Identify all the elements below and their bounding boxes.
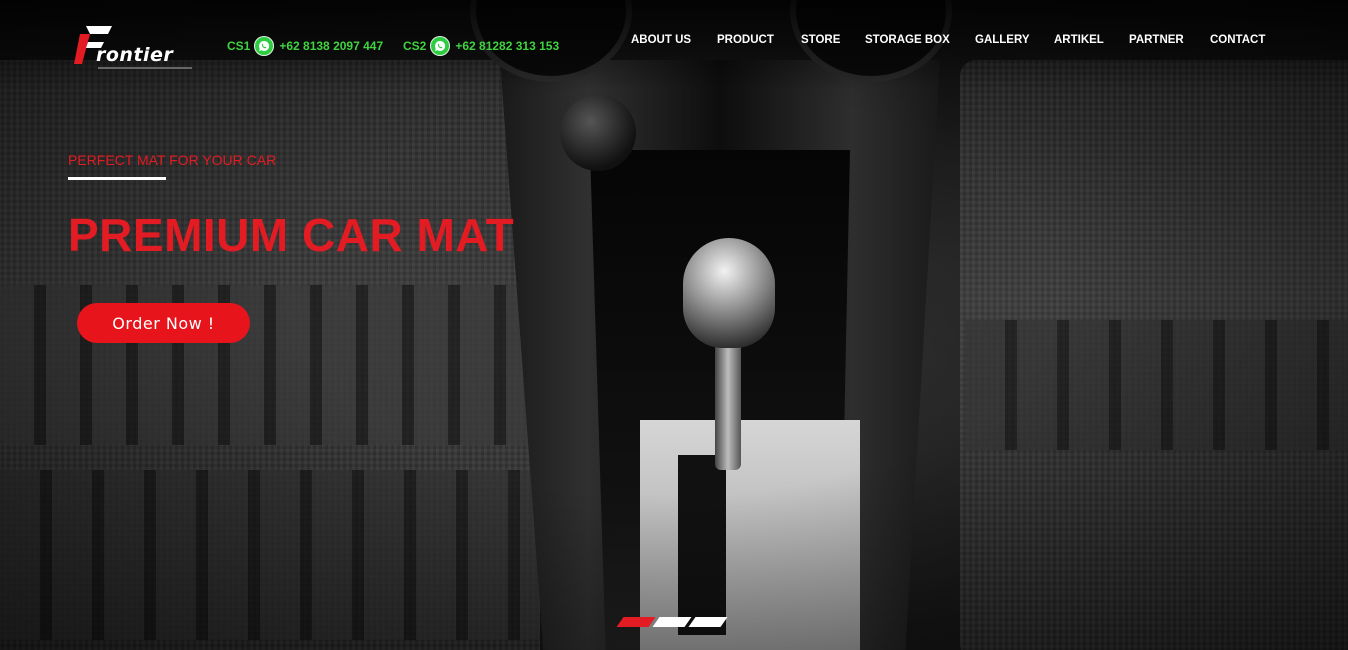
contact-phone: +62 8138 2097 447 <box>279 39 384 53</box>
nav-storage-box[interactable]: STORAGE BOX <box>865 34 950 46</box>
contact-label: CS1 <box>227 39 251 53</box>
nav-artikel[interactable]: ARTIKEL <box>1054 34 1104 46</box>
slider-pagination <box>616 617 728 627</box>
nav-contact[interactable]: CONTACT <box>1210 34 1265 46</box>
slide-dot-3[interactable] <box>688 617 728 627</box>
brand-name: rontier <box>96 44 174 66</box>
nav-store[interactable]: STORE <box>801 34 840 46</box>
nav-product[interactable]: PRODUCT <box>717 34 774 46</box>
nav-about-us[interactable]: ABOUT US <box>631 34 691 46</box>
contact-cs2[interactable]: CS2 +62 81282 313 153 <box>403 36 559 56</box>
tagline-divider <box>68 177 166 180</box>
contact-label: CS2 <box>403 39 427 53</box>
order-now-button[interactable]: Order Now ! <box>77 303 250 343</box>
hero-headline: PREMIUM CAR MAT <box>68 209 515 261</box>
nav-gallery[interactable]: GALLERY <box>975 34 1030 46</box>
logo-underline <box>98 67 192 69</box>
slide-dot-1[interactable] <box>616 617 656 627</box>
slide-dot-2[interactable] <box>652 617 692 627</box>
nav-partner[interactable]: PARTNER <box>1129 34 1184 46</box>
whatsapp-icon <box>254 36 275 56</box>
brand-logo[interactable]: rontier <box>74 24 198 72</box>
contact-cs1[interactable]: CS1 +62 8138 2097 447 <box>227 36 383 56</box>
whatsapp-icon <box>430 36 451 56</box>
hero-tagline: PERFECT MAT FOR YOUR CAR <box>68 152 277 168</box>
contact-phone: +62 81282 313 153 <box>455 39 560 53</box>
